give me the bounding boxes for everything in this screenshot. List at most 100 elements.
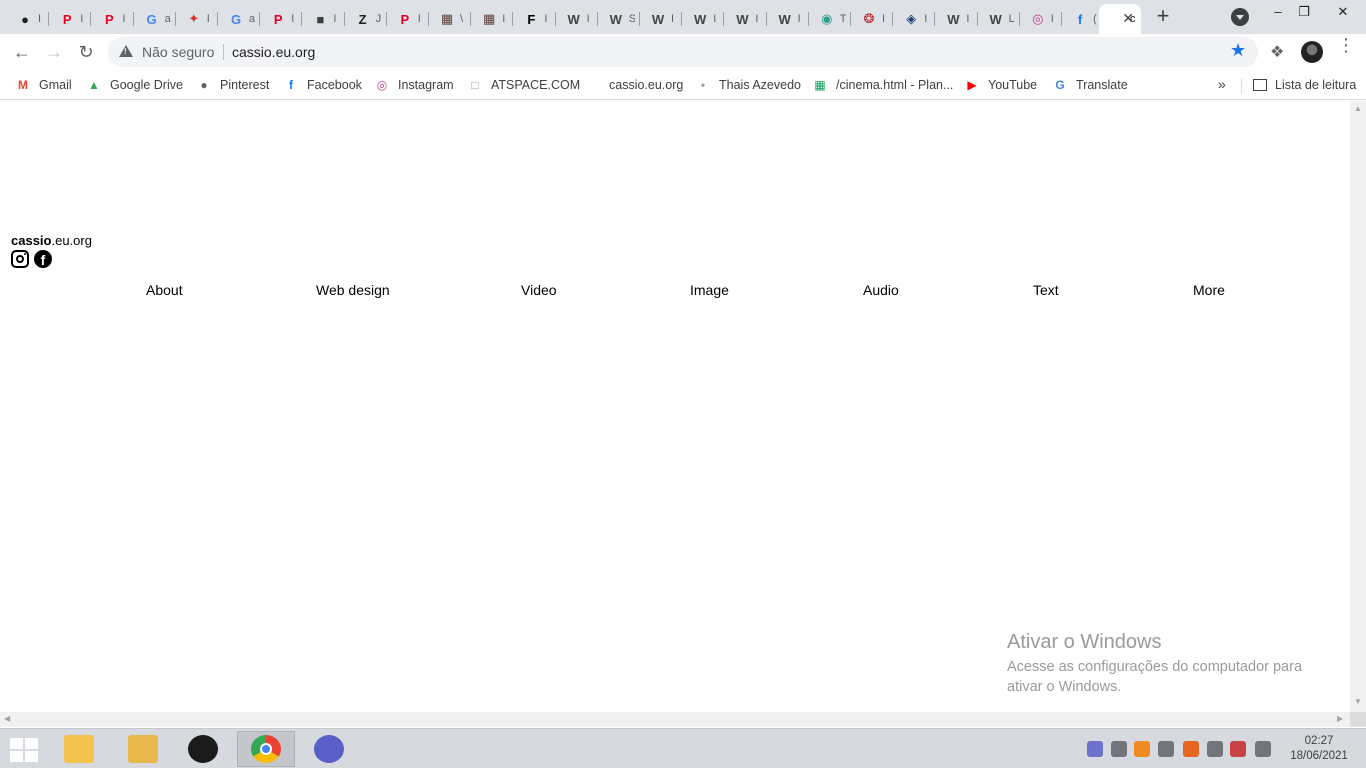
address-bar[interactable]: Não seguro cassio.eu.org ★ xyxy=(108,37,1258,67)
bookmark-pinterest[interactable]: ● Pinterest xyxy=(196,75,269,95)
back-button[interactable]: ← xyxy=(11,41,33,63)
torrent-app-icon[interactable] xyxy=(300,731,358,767)
tab-3[interactable]: PI xyxy=(91,4,134,34)
file-explorer-icon[interactable] xyxy=(50,731,108,767)
site-title[interactable]: cassio.eu.org xyxy=(11,233,92,248)
instagram-icon: ◎ xyxy=(1032,11,1044,26)
tab-19[interactable]: WI xyxy=(767,4,809,34)
hardware-tray-icon[interactable] xyxy=(1111,741,1127,757)
tab-1[interactable]: ● I xyxy=(7,4,50,34)
url-text[interactable]: cassio.eu.org xyxy=(232,44,315,60)
tab-23[interactable]: WI xyxy=(935,4,978,34)
taskbar-clock[interactable]: 02:27 18/06/2021 xyxy=(1284,734,1354,764)
chrome-icon[interactable] xyxy=(237,731,295,767)
java-tray-icon[interactable] xyxy=(1183,741,1199,757)
bookmark-label: Google Drive xyxy=(110,78,183,92)
tab-15[interactable]: WS xyxy=(598,4,640,34)
nav-link-image[interactable]: Image xyxy=(690,282,729,298)
bookmark-youtube[interactable]: ▶ YouTube xyxy=(964,75,1037,95)
scroll-left-icon[interactable]: ◀ xyxy=(4,714,10,723)
more-bookmarks-icon[interactable]: » xyxy=(1218,76,1226,92)
profile-avatar[interactable] xyxy=(1301,41,1323,63)
nav-link-about[interactable]: About xyxy=(146,282,183,298)
minimize-button[interactable]: – xyxy=(1264,0,1292,30)
bookmark-star-icon[interactable]: ★ xyxy=(1230,40,1246,61)
maximize-button[interactable]: ❐ xyxy=(1290,0,1318,30)
torrent-tray-icon[interactable] xyxy=(1087,741,1103,757)
tab-9[interactable]: ZJ xyxy=(345,4,387,34)
audio-app-icon[interactable] xyxy=(174,731,232,767)
facebook-icon[interactable]: f xyxy=(34,250,52,268)
tab-24[interactable]: WL xyxy=(978,4,1020,34)
tab-18[interactable]: WI xyxy=(724,4,767,34)
tab-active[interactable]: c ✕ xyxy=(1099,4,1141,34)
tab-14[interactable]: WI xyxy=(556,4,598,34)
extensions-puzzle-icon[interactable]: ❖ xyxy=(1270,42,1284,62)
bookmark-thais-azevedo[interactable]: • Thais Azevedo xyxy=(695,75,801,95)
nav-link-video[interactable]: Video xyxy=(521,282,557,298)
nav-link-audio[interactable]: Audio xyxy=(863,282,899,298)
bookmark-cassio-eu-org[interactable]: cassio.eu.org xyxy=(609,75,683,95)
scroll-right-icon[interactable]: ▶ xyxy=(1337,714,1343,723)
tab-5[interactable]: ✦ I xyxy=(176,4,218,34)
scroll-up-icon[interactable]: ▲ xyxy=(1354,104,1362,113)
tab-16[interactable]: WI xyxy=(640,4,683,34)
network-adapter-icon[interactable] xyxy=(1230,741,1246,757)
tab-12[interactable]: ▦ I xyxy=(471,4,514,34)
volume-icon[interactable] xyxy=(1158,741,1174,757)
bookmark-instagram[interactable]: ◎ Instagram xyxy=(374,75,454,95)
close-tab-icon[interactable]: ✕ xyxy=(1122,10,1134,27)
tab-4[interactable]: Ga xyxy=(134,4,176,34)
tab-8[interactable]: ■ I xyxy=(302,4,345,34)
facebook-icon: f xyxy=(289,78,293,92)
security-label[interactable]: Não seguro xyxy=(142,44,214,60)
instagram-icon[interactable] xyxy=(11,250,29,268)
reload-button[interactable]: ↻ xyxy=(75,41,97,63)
bookmark-gmail[interactable]: M Gmail xyxy=(15,75,72,95)
avast-tray-icon[interactable] xyxy=(1134,741,1150,757)
scroll-down-icon[interactable]: ▼ xyxy=(1354,697,1362,706)
flag-icon[interactable] xyxy=(1207,741,1223,757)
nav-link-text[interactable]: Text xyxy=(1033,282,1059,298)
tab-13[interactable]: FI xyxy=(513,4,556,34)
forward-button[interactable]: → xyxy=(43,41,65,63)
tab-2[interactable]: PI xyxy=(49,4,92,34)
signal-bars-icon[interactable] xyxy=(1255,741,1271,757)
social-links: f xyxy=(11,250,52,268)
close-window-button[interactable]: ✕ xyxy=(1320,0,1366,30)
file-manager-icon[interactable] xyxy=(114,731,172,767)
youtube-icon: ▶ xyxy=(967,78,977,92)
tab-6[interactable]: Ga xyxy=(218,4,261,34)
tab-title: S xyxy=(628,13,635,25)
bookmark-cinema-html-plan[interactable]: ▦ /cinema.html - Plan... xyxy=(812,75,953,95)
tab-21[interactable]: ❂ I xyxy=(851,4,894,34)
bookmark-translate[interactable]: G Translate xyxy=(1052,75,1127,95)
reading-list-button[interactable]: Lista de leitura xyxy=(1253,75,1356,95)
tab-title: I xyxy=(966,13,970,25)
tab-11[interactable]: ▦ \ xyxy=(429,4,472,34)
wikimedia-icon: ◉ xyxy=(821,11,833,26)
tab-search-icon[interactable] xyxy=(1231,8,1249,26)
bookmark-label: /cinema.html - Plan... xyxy=(836,78,954,92)
windows-start-icon[interactable] xyxy=(10,738,38,762)
tab-title: I xyxy=(671,13,675,25)
tab-22[interactable]: ◈ I xyxy=(893,4,936,34)
vertical-scrollbar[interactable]: ▲ ▼ xyxy=(1350,101,1366,712)
warning-icon[interactable] xyxy=(119,45,133,57)
new-tab-button[interactable]: + xyxy=(1152,5,1174,27)
tab-17[interactable]: WI xyxy=(682,4,725,34)
tab-25[interactable]: ◎ I xyxy=(1020,4,1062,34)
nav-link-more[interactable]: More xyxy=(1193,282,1225,298)
nav-link-web-design[interactable]: Web design xyxy=(316,282,390,298)
bookmark-atspace-com[interactable]: □ ATSPACE.COM xyxy=(467,75,580,95)
tab-26[interactable]: f( xyxy=(1062,4,1105,34)
tab-10[interactable]: PI xyxy=(387,4,429,34)
tab-strip: ● I P I P I Ga ✦ I Ga P I ■ I Z J P I ▦ \ ▦ I F I W I W S W I W I W I W I ◉ T… xyxy=(0,0,1366,34)
tab-20[interactable]: ◉ T xyxy=(809,4,851,34)
pattern-icon: ▦ xyxy=(483,11,496,26)
bookmark-google-drive[interactable]: ▲ Google Drive xyxy=(86,75,183,95)
kebab-menu-icon[interactable]: ⋮ xyxy=(1337,36,1355,54)
bookmark-facebook[interactable]: f Facebook xyxy=(283,75,362,95)
tab-7[interactable]: PI xyxy=(260,4,303,34)
horizontal-scrollbar[interactable]: ◀ ▶ xyxy=(0,712,1350,727)
